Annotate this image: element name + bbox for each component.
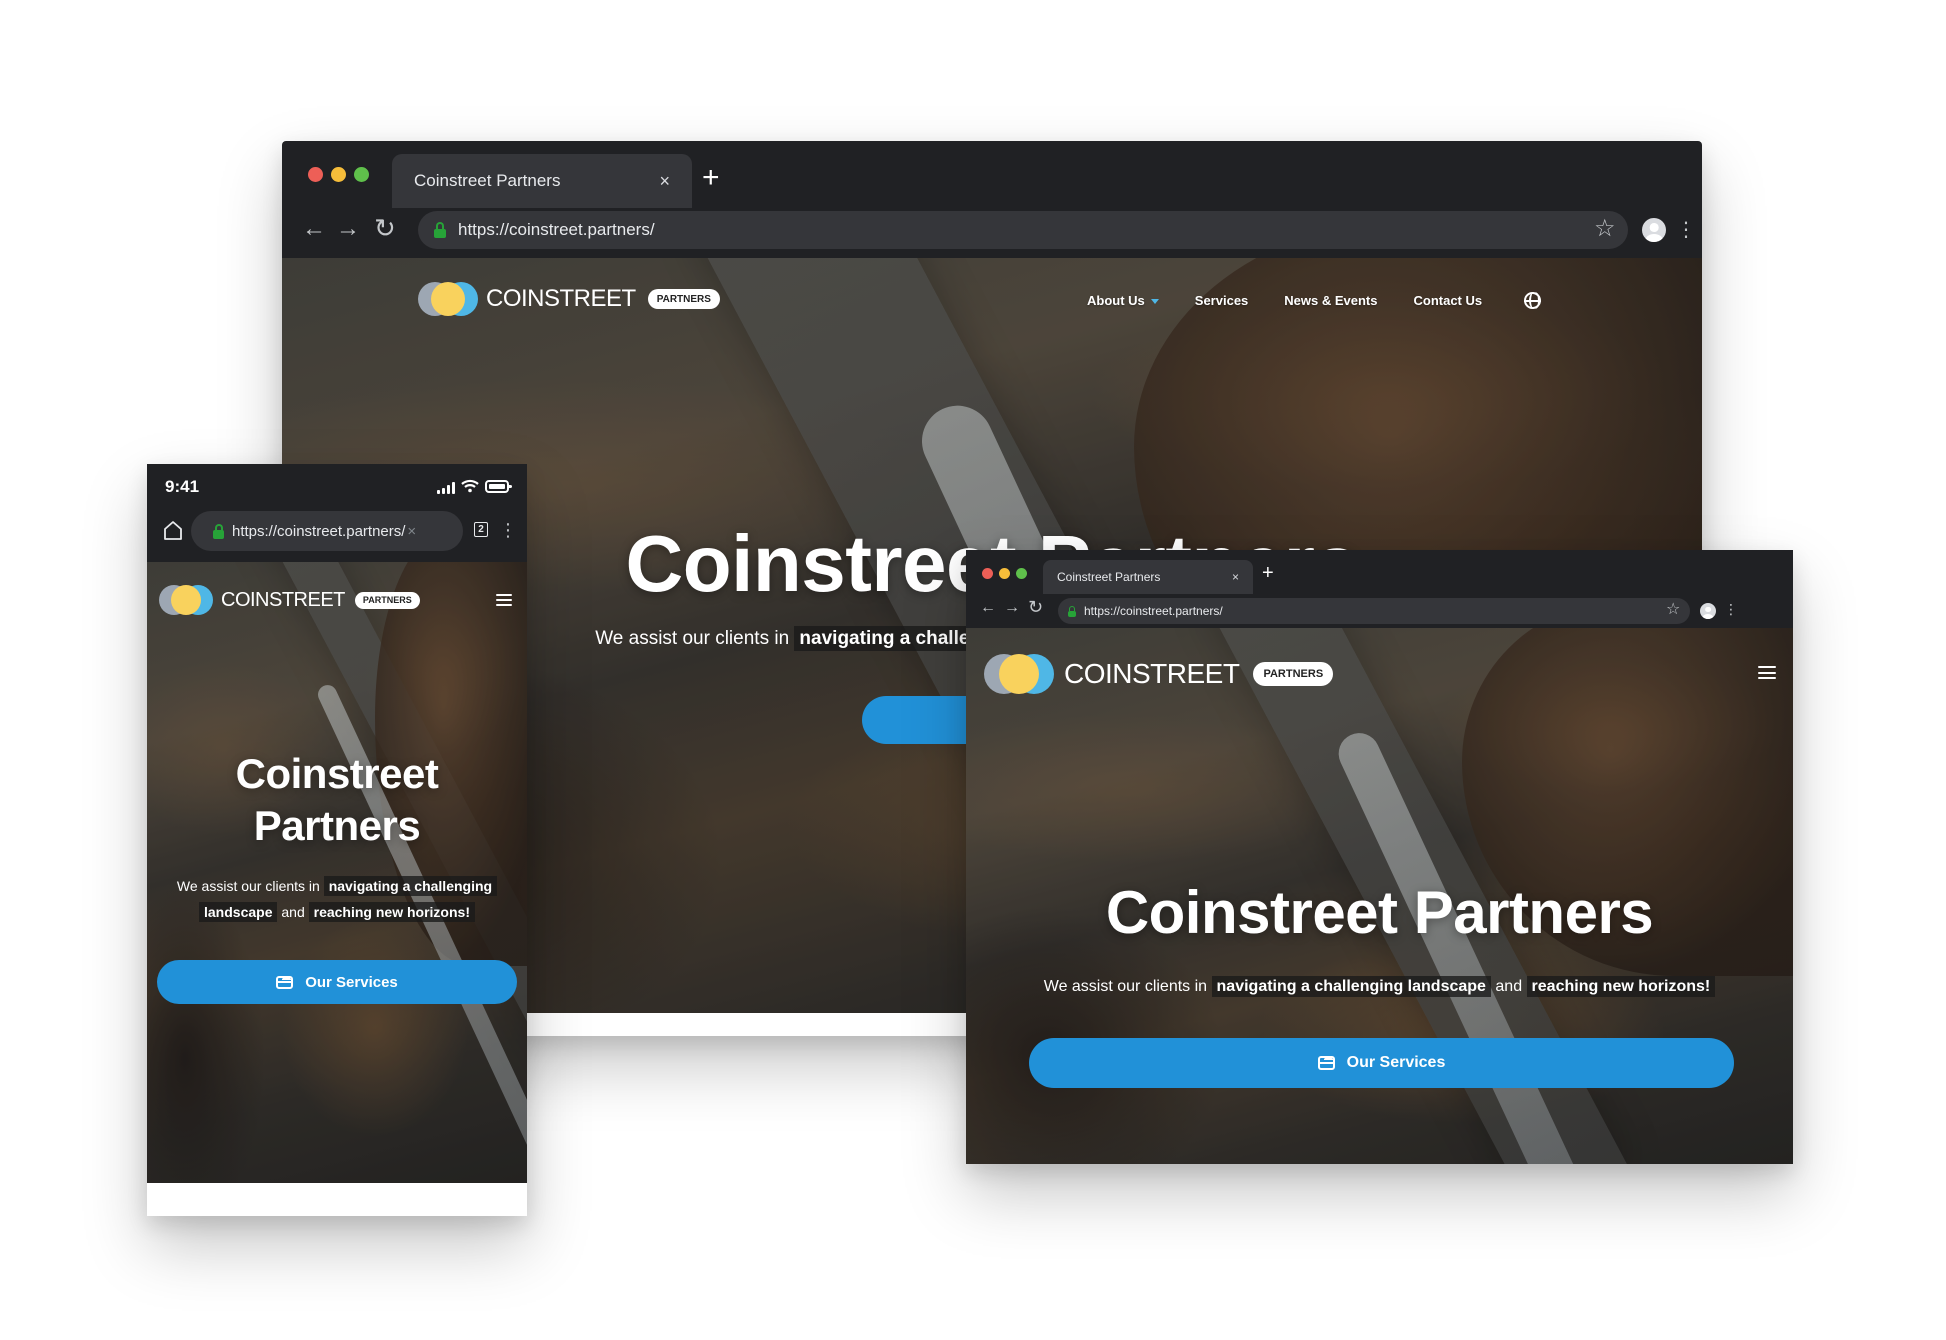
minimize-window-icon[interactable] [331, 167, 346, 182]
logo-wordmark: COINSTREET [486, 285, 636, 312]
new-tab-button[interactable]: + [702, 161, 720, 195]
minimize-window-icon[interactable] [999, 568, 1010, 579]
logo-circles-icon [418, 282, 478, 316]
logo-circles-icon [159, 585, 213, 615]
reload-icon[interactable]: ↻ [1028, 598, 1043, 616]
tablet-browser-window: Coinstreet Partners × + ← → ↻ https://co… [966, 550, 1793, 1164]
hero-title: Coinstreet Partners [1105, 879, 1654, 946]
logo-wordmark: COINSTREET [221, 588, 345, 611]
lock-icon [1068, 605, 1076, 617]
our-services-button[interactable]: Our Services [157, 960, 517, 1004]
close-window-icon[interactable] [982, 568, 993, 579]
nav-item-services[interactable]: Services [1195, 293, 1249, 308]
forward-icon[interactable]: → [1004, 600, 1020, 616]
address-bar[interactable]: https://coinstreet.partners/ [418, 211, 1628, 249]
logo-partners-badge: PARTNERS [1253, 662, 1334, 686]
phone-page-viewport: COINSTREET PARTNERS Coinstreet Partners … [147, 562, 527, 1183]
tablet-browser-chrome: Coinstreet Partners × + ← → ↻ https://co… [966, 550, 1793, 628]
tab-close-icon[interactable]: × [659, 171, 670, 192]
briefcase-icon [1317, 1056, 1335, 1070]
forward-icon[interactable]: → [336, 217, 360, 241]
tablet-page-viewport: COINSTREET PARTNERS Coinstreet Partners … [966, 628, 1793, 1164]
our-services-button[interactable]: Our Services [1029, 1038, 1734, 1088]
nav-item-contact-us[interactable]: Contact Us [1413, 293, 1482, 308]
site-logo[interactable]: COINSTREET PARTNERS [418, 282, 720, 316]
main-nav: About Us Services News & Events Contact … [1087, 292, 1542, 309]
bookmark-star-icon[interactable]: ☆ [1666, 599, 1680, 619]
lock-icon [434, 222, 446, 238]
address-bar[interactable]: https://coinstreet.partners/ [1058, 598, 1690, 624]
site-logo[interactable]: COINSTREET PARTNERS [984, 654, 1334, 694]
phone-page-footer-strip [147, 1183, 527, 1216]
globe-icon[interactable] [1524, 292, 1542, 309]
site-logo[interactable]: COINSTREET PARTNERS [159, 585, 420, 615]
browser-tab[interactable]: Coinstreet Partners × [1043, 560, 1253, 594]
browser-tab[interactable]: Coinstreet Partners × [392, 154, 692, 208]
battery-icon [485, 480, 512, 493]
url-text: https://coinstreet.partners/ [232, 522, 406, 540]
url-text: https://coinstreet.partners/ [1084, 604, 1223, 618]
status-bar-time: 9:41 [165, 477, 200, 496]
briefcase-icon [276, 975, 294, 989]
logo-partners-badge: PARTNERS [647, 289, 720, 309]
maximize-window-icon[interactable] [354, 167, 369, 182]
nav-item-about-us[interactable]: About Us [1087, 293, 1159, 308]
logo-circles-icon [984, 654, 1054, 694]
logo-wordmark: COINSTREET [1064, 658, 1240, 689]
lock-icon [213, 523, 224, 539]
highlight-navigating: navigating a challenging [323, 876, 498, 896]
tab-title: Coinstreet Partners [1057, 570, 1161, 584]
phone-address-bar[interactable]: https://coinstreet.partners/ × [191, 511, 463, 551]
wifi-icon [461, 479, 479, 493]
tab-switcher-button[interactable]: 2 [474, 522, 488, 537]
nav-item-news-events[interactable]: News & Events [1284, 293, 1377, 308]
hamburger-menu-button[interactable] [1758, 666, 1776, 679]
reload-icon[interactable]: ↻ [374, 215, 396, 241]
bookmark-star-icon[interactable]: ☆ [1594, 214, 1616, 243]
desktop-browser-chrome: Coinstreet Partners × + ← → ↻ https://co… [282, 141, 1702, 258]
window-controls [982, 568, 1027, 579]
highlight-landscape: landscape [199, 902, 278, 922]
hero-title: Coinstreet Partners [235, 750, 439, 849]
browser-menu-icon[interactable]: ⋮ [499, 520, 517, 541]
highlight-horizons: reaching new horizons! [1526, 976, 1716, 997]
browser-menu-icon[interactable]: ⋮ [1724, 601, 1738, 618]
back-icon[interactable]: ← [980, 600, 996, 616]
url-text: https://coinstreet.partners/ [458, 220, 655, 239]
new-tab-button[interactable]: + [1262, 562, 1274, 585]
clear-url-icon[interactable]: × [407, 523, 416, 540]
tab-close-icon[interactable]: × [1232, 570, 1239, 584]
phone-browser-chrome: 9:41 https://coinstreet.partners/ × 2 ⋮ [147, 464, 527, 562]
back-icon[interactable]: ← [302, 217, 326, 241]
dropdown-caret-icon [1150, 299, 1159, 305]
logo-partners-badge: PARTNERS [354, 591, 420, 609]
tab-title: Coinstreet Partners [414, 171, 561, 190]
profile-avatar[interactable] [1642, 218, 1666, 242]
maximize-window-icon[interactable] [1016, 568, 1027, 579]
home-icon[interactable] [163, 520, 183, 540]
highlight-horizons: reaching new horizons! [308, 902, 475, 922]
profile-avatar[interactable] [1700, 603, 1716, 619]
window-controls [308, 167, 369, 182]
browser-menu-icon[interactable]: ⋮ [1676, 217, 1696, 242]
hamburger-menu-button[interactable] [496, 594, 512, 606]
phone-browser-window: 9:41 https://coinstreet.partners/ × 2 ⋮ [147, 464, 527, 1216]
hero-subtitle: We assist our clients in navigating a ch… [163, 873, 511, 925]
highlight-navigating: navigating a challenging landscape [1211, 976, 1491, 997]
hero-subtitle: We assist our clients in navigating a ch… [966, 976, 1793, 997]
close-window-icon[interactable] [308, 167, 323, 182]
cellular-signal-icon [437, 482, 455, 494]
